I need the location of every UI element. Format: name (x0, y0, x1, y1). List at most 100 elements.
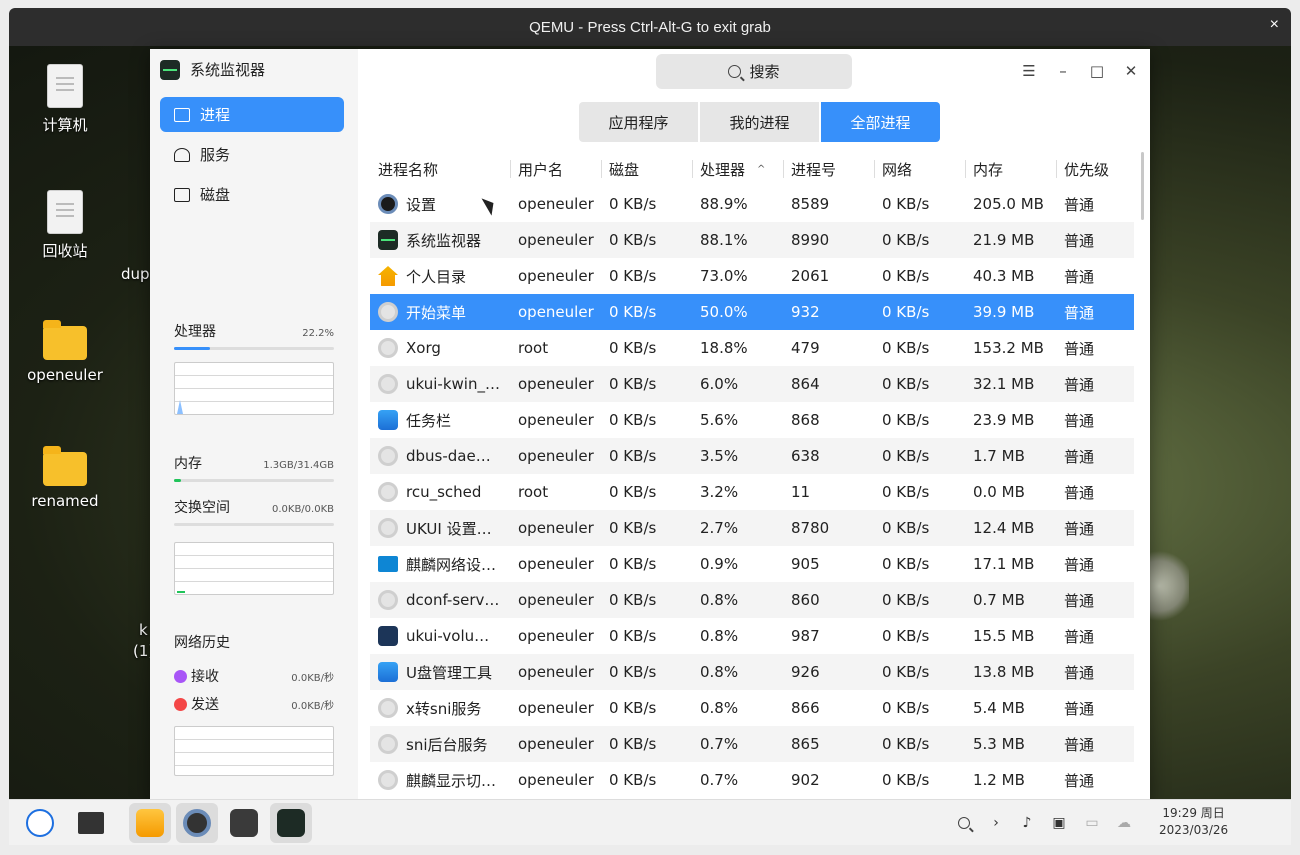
menu-button[interactable]: ☰ (1019, 61, 1039, 81)
table-row[interactable]: rcu_sched root 0 KB/s 3.2% 11 0 KB/s 0.0 MB 普通 (370, 474, 1134, 510)
receive-value: 0.0KB/秒 (291, 672, 334, 684)
multitask-view-button[interactable] (70, 803, 112, 843)
table-row[interactable]: 系统监视器 openeuler 0 KB/s 88.1% 8990 0 KB/s 21.9 … (370, 222, 1134, 258)
column-header-disk[interactable]: 磁盘 (601, 152, 692, 186)
qemu-close-button[interactable]: × (1270, 16, 1279, 34)
column-header-pid[interactable]: 进程号 (783, 152, 874, 186)
cell-network: 0 KB/s (882, 519, 930, 537)
table-row[interactable]: 麒麟显示切… openeuler 0 KB/s 0.7% 902 0 KB/s 1.2 MB… (370, 762, 1134, 798)
calculator-icon (230, 809, 258, 837)
send-value: 0.0KB/秒 (291, 700, 334, 712)
clock[interactable]: 19:29 周日 2023/03/26 (1159, 805, 1228, 839)
cell-pid: 860 (791, 591, 820, 609)
start-menu-button[interactable] (19, 803, 61, 843)
table-row[interactable]: 任务栏 openeuler 0 KB/s 5.6% 868 0 KB/s 23.9 MB 普通 (370, 402, 1134, 438)
chevron-right-icon[interactable]: › (987, 814, 1005, 832)
sidebar-item-disks[interactable]: 磁盘 (160, 177, 344, 212)
process-name: UKUI 设置… (406, 519, 492, 538)
table-row[interactable]: sni后台服务 openeuler 0 KB/s 0.7% 865 0 KB/s 5.3 M… (370, 726, 1134, 762)
cell-cpu: 88.9% (700, 195, 748, 213)
cell-disk: 0 KB/s (609, 231, 657, 249)
memory-graph-line (177, 591, 185, 593)
cell-disk: 0 KB/s (609, 195, 657, 213)
cell-priority: 普通 (1064, 231, 1095, 250)
tab-applications[interactable]: 应用程序 (579, 102, 698, 142)
column-header-cpu[interactable]: 处理器 ^ (692, 152, 783, 186)
cell-priority: 普通 (1064, 699, 1095, 718)
cpu-label: 处理器 (174, 324, 216, 340)
desktop-icon-computer[interactable]: 计算机 (17, 64, 113, 135)
cpu-bar-fill (174, 347, 210, 350)
cell-cpu: 18.8% (700, 339, 748, 357)
cell-name: dconf-service (370, 590, 510, 610)
sidebar-item-processes[interactable]: 进程 (160, 97, 344, 132)
taskbar-app-system-monitor[interactable] (270, 803, 312, 843)
desktop-icon-renamed-folder[interactable]: renamed (17, 442, 113, 510)
cell-cpu: 3.5% (700, 447, 739, 465)
process-name: x转sni服务 (406, 699, 482, 718)
process-tabs: 应用程序 我的进程 全部进程 (579, 102, 940, 142)
scrollbar[interactable] (1141, 152, 1144, 220)
table-row[interactable]: x转sni服务 openeuler 0 KB/s 0.8% 866 0 KB/s 5.4 M… (370, 690, 1134, 726)
tab-my-processes[interactable]: 我的进程 (700, 102, 819, 142)
minimize-button[interactable]: – (1053, 61, 1073, 81)
cell-disk: 0 KB/s (609, 267, 657, 285)
taskbar-app-calculator[interactable] (223, 803, 265, 843)
column-header-memory[interactable]: 内存 (965, 152, 1056, 186)
notification-icon[interactable]: ☁ (1115, 814, 1133, 832)
gear-icon (378, 770, 398, 790)
gear-icon (378, 734, 398, 754)
table-row[interactable]: ukui-kwin_… openeuler 0 KB/s 6.0% 864 0 KB/s 3… (370, 366, 1134, 402)
tab-all-processes[interactable]: 全部进程 (821, 102, 940, 142)
table-row[interactable]: Xorg root 0 KB/s 18.8% 479 0 KB/s 153.2 MB 普通 (370, 330, 1134, 366)
cell-disk: 0 KB/s (609, 627, 657, 645)
column-header-name[interactable]: 进程名称 (370, 152, 510, 186)
search-input[interactable]: 搜索 (656, 54, 852, 89)
gear-icon (378, 482, 398, 502)
taskbar-app-settings[interactable] (176, 803, 218, 843)
cell-disk: 0 KB/s (609, 699, 657, 717)
cell-priority: 普通 (1064, 303, 1095, 322)
close-button[interactable]: ✕ (1121, 61, 1141, 81)
settings-icon (378, 194, 398, 214)
column-header-priority[interactable]: 优先级 (1056, 152, 1134, 186)
cell-user: root (518, 483, 549, 501)
cell-pid: 905 (791, 555, 820, 573)
home-icon (378, 266, 398, 286)
taskbar-app-file-manager[interactable] (129, 803, 171, 843)
search-icon[interactable] (955, 814, 973, 832)
cell-user: openeuler (518, 303, 594, 321)
process-table: 进程名称 用户名 磁盘 处理器 ^ 进程号 网络 内存 优先级 设置 openeu… (370, 152, 1134, 798)
cell-name: x转sni服务 (370, 698, 510, 719)
process-name: Xorg (406, 339, 441, 357)
table-row[interactable]: dbus-daem… openeuler 0 KB/s 3.5% 638 0 KB/s 1.… (370, 438, 1134, 474)
clock-date: 2023/03/26 (1159, 823, 1229, 837)
display-icon[interactable]: ▭ (1083, 814, 1101, 832)
table-row[interactable]: ukui-volum… openeuler 0 KB/s 0.8% 987 0 KB/s 1… (370, 618, 1134, 654)
column-header-network[interactable]: 网络 (874, 152, 965, 186)
table-row[interactable]: 开始菜单 openeuler 0 KB/s 50.0% 932 0 KB/s 39.9 MB… (370, 294, 1134, 330)
sidebar-item-label: 进程 (200, 106, 231, 124)
cpu-bar (174, 347, 334, 350)
process-name: 个人目录 (406, 267, 467, 286)
column-header-user[interactable]: 用户名 (510, 152, 601, 186)
volume-icon[interactable]: ♪ (1018, 814, 1036, 832)
receive-label: 接收 (191, 669, 219, 685)
desktop-icon-home-folder[interactable]: openeuler (17, 316, 113, 384)
sidebar-item-services[interactable]: 服务 (160, 137, 344, 172)
table-row[interactable]: U盘管理工具 openeuler 0 KB/s 0.8% 926 0 KB/s 13.8 M… (370, 654, 1134, 690)
cell-user: openeuler (518, 591, 594, 609)
table-row[interactable]: 个人目录 openeuler 0 KB/s 73.0% 2061 0 KB/s 40.3 M… (370, 258, 1134, 294)
swap-label: 交换空间 (174, 500, 230, 516)
network-icon[interactable]: ▣ (1050, 814, 1068, 832)
cell-disk: 0 KB/s (609, 447, 657, 465)
table-row[interactable]: UKUI 设置… openeuler 0 KB/s 2.7% 8780 0 KB/s 12.… (370, 510, 1134, 546)
table-row[interactable]: dconf-service openeuler 0 KB/s 0.8% 860 0 KB/… (370, 582, 1134, 618)
table-row[interactable]: 麒麟网络设… openeuler 0 KB/s 0.9% 905 0 KB/s 17.1 M… (370, 546, 1134, 582)
memory-graph (174, 542, 334, 595)
desktop-icon-trash[interactable]: 回收站 (17, 190, 113, 261)
desktop-icon-label-partial[interactable]: dup (121, 265, 150, 283)
swap-bar (174, 523, 334, 526)
maximize-button[interactable]: □ (1087, 61, 1107, 81)
desktop-icon-label-partial[interactable]: k (139, 621, 148, 639)
